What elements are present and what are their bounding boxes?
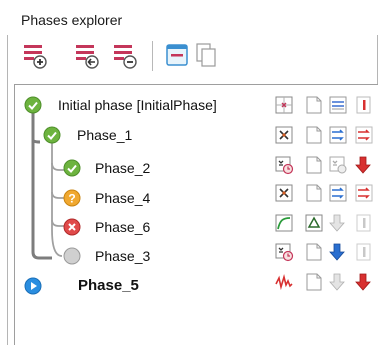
properties-button[interactable] [164, 41, 192, 71]
node-label: Phase_6 [95, 219, 151, 235]
blue-arrows-icon[interactable] [328, 182, 348, 204]
crosshair-grid-icon[interactable] [274, 94, 294, 116]
remove-phase-icon [114, 45, 137, 69]
properties-window-icon [166, 44, 188, 66]
pending-circle-icon [63, 247, 81, 265]
page-icon[interactable] [304, 182, 324, 204]
svg-text:?: ? [68, 192, 75, 206]
node-label: Phase_3 [95, 248, 151, 264]
red-bar-icon[interactable] [354, 94, 374, 116]
error-x-icon [63, 218, 81, 236]
copy-button[interactable] [194, 41, 222, 71]
red-arrows-icon[interactable] [354, 182, 374, 204]
gray-bar-icon[interactable] [354, 241, 374, 263]
green-curve-icon[interactable] [274, 212, 294, 234]
page-icon[interactable] [304, 154, 324, 176]
check-ok-icon [24, 96, 42, 114]
panel-title: Phases explorer [7, 0, 378, 35]
page-icon[interactable] [304, 94, 324, 116]
page-icon[interactable] [304, 241, 324, 263]
check-ok-icon [63, 159, 81, 177]
copy-pages-icon [196, 43, 216, 67]
node-label: Phase_5 [78, 277, 139, 294]
page-icon[interactable] [304, 271, 324, 293]
toolbar-separator [152, 41, 153, 71]
add-phase-icon [24, 45, 47, 69]
page-icon[interactable] [304, 124, 324, 146]
remove-phase-button[interactable] [112, 41, 140, 71]
red-down-arrow-icon[interactable] [354, 154, 374, 176]
gray-down-arrow-icon[interactable] [328, 212, 348, 234]
blue-arrows-icon[interactable] [328, 124, 348, 146]
lines-icon[interactable] [328, 94, 348, 116]
play-selected-icon [24, 277, 42, 295]
previous-phase-icon [76, 45, 99, 69]
gray-bar-icon[interactable] [354, 212, 374, 234]
node-label: Initial phase [InitialPhase] [58, 97, 217, 113]
calc-clock-icon[interactable] [274, 154, 294, 176]
triangle-icon[interactable] [304, 212, 324, 234]
back-phase-button[interactable] [74, 41, 102, 71]
arrows-grid-icon[interactable] [274, 182, 294, 204]
red-arrows-icon[interactable] [354, 124, 374, 146]
node-label: Phase_1 [77, 127, 133, 143]
gray-calc-icon[interactable] [328, 154, 348, 176]
arrows-grid-icon[interactable] [274, 124, 294, 146]
calc-clock-icon[interactable] [274, 241, 294, 263]
red-down-arrow-icon[interactable] [354, 271, 374, 293]
add-phase-button[interactable] [22, 41, 50, 71]
node-label: Phase_2 [95, 160, 151, 176]
red-wave-icon[interactable] [274, 271, 294, 293]
check-ok-icon [43, 126, 61, 144]
gray-down-arrow-icon[interactable] [328, 271, 348, 293]
blue-down-arrow-icon[interactable] [328, 241, 348, 263]
